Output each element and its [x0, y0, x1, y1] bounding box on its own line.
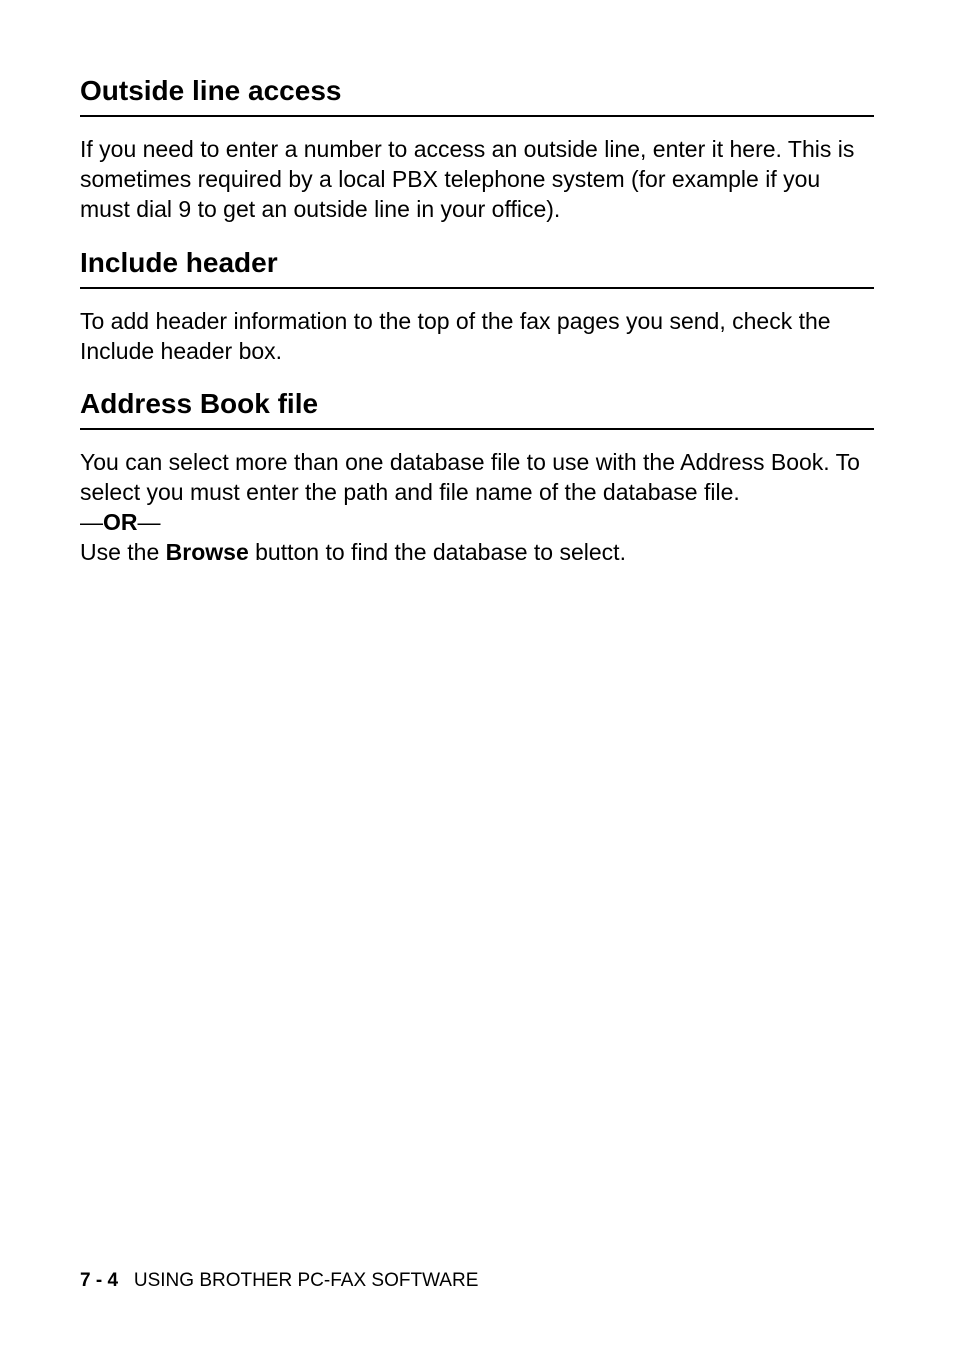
or-text: OR: [103, 509, 138, 535]
page-content: Outside line access If you need to enter…: [80, 75, 874, 568]
page-footer: 7 - 4 USING BROTHER PC-FAX SOFTWARE: [80, 1270, 478, 1292]
or-separator: —OR—: [80, 508, 874, 538]
browse-bold: Browse: [166, 539, 249, 565]
footer-title: USING BROTHER PC-FAX SOFTWARE: [134, 1270, 479, 1291]
body-outside-line-access: If you need to enter a number to access …: [80, 135, 874, 225]
or-dash-left: —: [80, 509, 103, 535]
browse-instruction: Use the Browse button to find the databa…: [80, 538, 874, 568]
heading-include-header: Include header: [80, 247, 874, 289]
browse-prefix: Use the: [80, 539, 166, 565]
footer-page-number: 7 - 4: [80, 1270, 118, 1291]
browse-suffix: button to find the database to select.: [249, 539, 626, 565]
heading-address-book-file: Address Book file: [80, 388, 874, 430]
heading-outside-line-access: Outside line access: [80, 75, 874, 117]
or-dash-right: —: [138, 509, 161, 535]
body-include-header: To add header information to the top of …: [80, 307, 874, 367]
body-address-book-file: You can select more than one database fi…: [80, 448, 874, 508]
